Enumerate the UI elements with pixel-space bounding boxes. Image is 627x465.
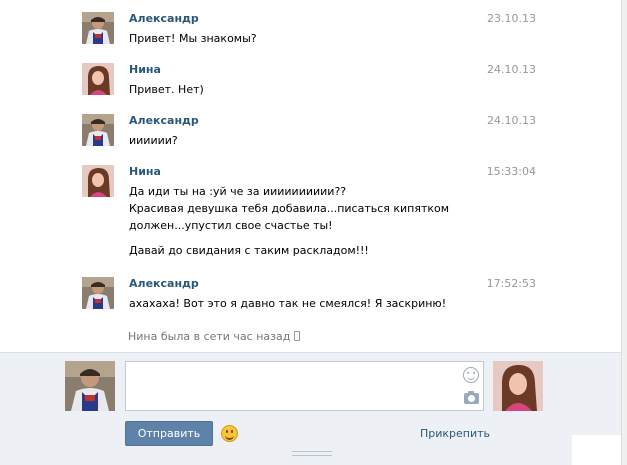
message-item: Александр 23.10.13 Привет! Мы знакомы? [82,12,542,52]
attach-link[interactable]: Прикрепить [420,427,490,441]
resize-handle[interactable] [292,451,332,456]
send-button[interactable]: Отправить [125,421,213,446]
compose-panel: Отправить Прикрепить [0,352,627,465]
mobile-phone-icon [294,331,301,341]
smiley-icon[interactable] [221,425,238,442]
smile-icon[interactable] [463,367,479,383]
message-date: 24.10.13 [487,114,536,127]
message-text: ахахаха! Вот это я давно так не смеялся!… [129,297,447,310]
message-text: Давай до свидания с таким раскладом!!! [129,244,369,257]
message-author[interactable]: Нина [129,165,542,179]
message-text: Красивая девушка тебя добавила...писатьс… [129,202,450,215]
online-status-text: Нина была в сети час назад [128,330,291,343]
message-item: Александр 17:52:53 ахахаха! Вот это я да… [82,277,542,317]
message-author[interactable]: Александр [129,12,542,26]
message-text: Привет. Нет) [129,83,204,96]
message-history: Александр 23.10.13 Привет! Мы знакомы? Н… [0,0,627,352]
message-date: 23.10.13 [487,12,536,25]
message-author[interactable]: Нина [129,63,542,77]
message-author[interactable]: Александр [129,277,542,291]
my-avatar[interactable] [65,361,115,411]
camera-icon[interactable] [464,391,479,404]
message-date: 15:33:04 [486,165,536,178]
message-item: Александр 24.10.13 ииииии? [82,114,542,154]
message-author[interactable]: Александр [129,114,542,128]
recipient-avatar[interactable] [493,361,543,411]
message-text: Привет! Мы знакомы? [129,32,257,45]
avatar-nina[interactable] [82,63,114,95]
message-text: Да иди ты на :уй че за ииииииииии?? [129,185,347,198]
corner-blank [572,435,622,465]
message-date: 24.10.13 [487,63,536,76]
avatar-nina[interactable] [82,165,114,197]
message-input[interactable] [125,361,484,411]
message-date: 17:52:53 [486,277,536,290]
avatar-alexander[interactable] [82,114,114,146]
scrollbar[interactable] [621,0,627,465]
message-item: Нина 15:33:04 Да иди ты на :уй че за иии… [82,165,542,265]
avatar-alexander[interactable] [82,277,114,309]
message-text: ииииии? [129,134,178,147]
avatar-alexander[interactable] [82,12,114,44]
message-text: должен...упустил свое счастье ты! [129,219,333,232]
online-status: Нина была в сети час назад [128,330,301,344]
message-item: Нина 24.10.13 Привет. Нет) [82,63,542,103]
